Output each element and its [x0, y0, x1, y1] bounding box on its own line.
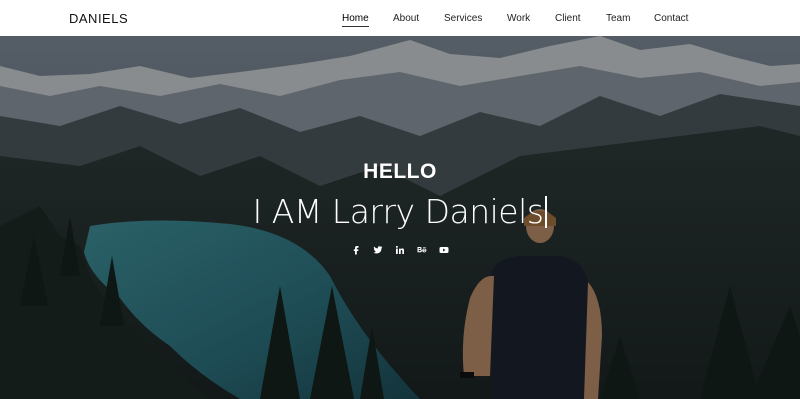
facebook-icon[interactable]	[350, 244, 362, 256]
nav-menu: Home About Services Work Client Team Con…	[0, 0, 800, 36]
nav-work[interactable]: Work	[507, 13, 530, 24]
nav-about[interactable]: About	[393, 13, 419, 24]
hero-greeting: HELLO	[363, 160, 437, 183]
hero-headline: I AM Larry Daniels	[0, 192, 800, 231]
typing-cursor	[545, 196, 548, 228]
nav-team[interactable]: Team	[606, 13, 630, 24]
youtube-icon[interactable]	[438, 244, 450, 256]
social-links	[0, 244, 800, 256]
hero-headline-text: I AM Larry Daniels	[252, 192, 544, 231]
twitter-icon[interactable]	[372, 244, 384, 256]
behance-icon[interactable]	[416, 244, 428, 256]
nav-services[interactable]: Services	[444, 13, 482, 24]
hero-section: HELLO I AM Larry Daniels	[0, 36, 800, 399]
linkedin-icon[interactable]	[394, 244, 406, 256]
nav-home[interactable]: Home	[342, 13, 369, 27]
nav-contact[interactable]: Contact	[654, 13, 688, 24]
top-navbar: DANIELS Home About Services Work Client …	[0, 0, 800, 36]
nav-client[interactable]: Client	[555, 13, 581, 24]
